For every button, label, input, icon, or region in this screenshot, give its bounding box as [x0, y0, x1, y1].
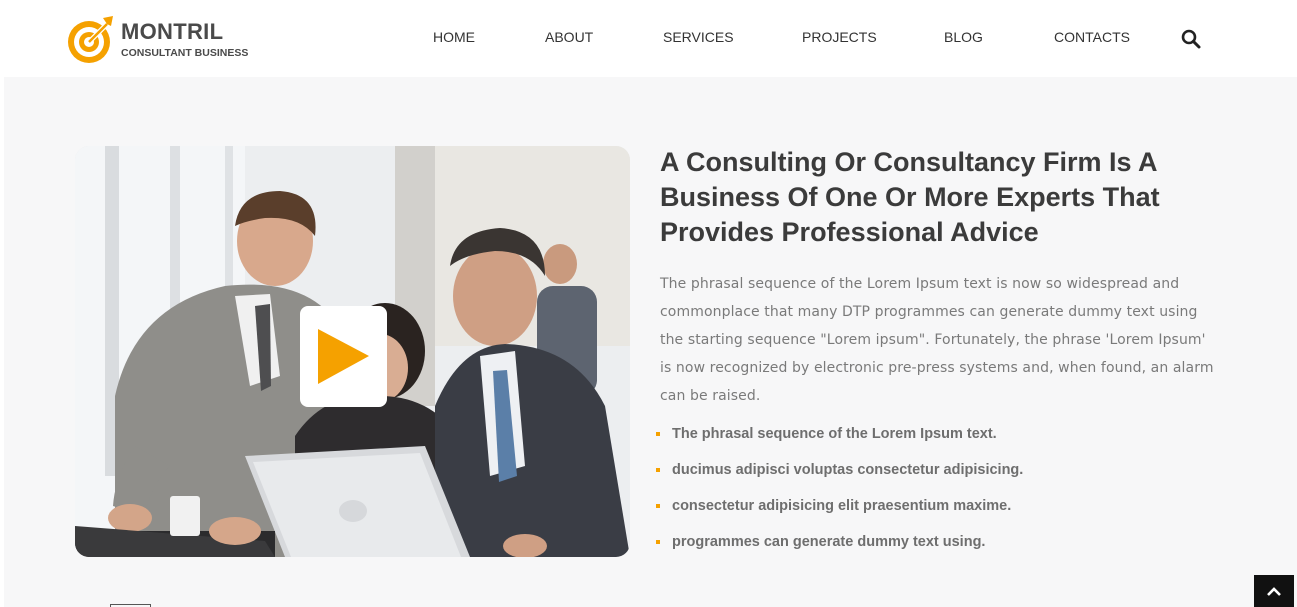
list-item: programmes can generate dummy text using…	[656, 528, 1216, 564]
list-item-text: consectetur adipisicing elit praesentium…	[672, 498, 1012, 514]
list-item: The phrasal sequence of the Lorem Ipsum …	[656, 420, 1216, 456]
bullet-square-icon	[656, 468, 660, 472]
section-heading: A Consulting Or Consultancy Firm Is A Bu…	[660, 147, 1160, 247]
list-item: ducimus adipisci voluptas consectetur ad…	[656, 456, 1216, 492]
bullet-square-icon	[656, 540, 660, 544]
nav-item-home[interactable]: HOME	[433, 28, 475, 46]
list-item-text: The phrasal sequence of the Lorem Ipsum …	[672, 426, 997, 442]
feature-list: The phrasal sequence of the Lorem Ipsum …	[656, 420, 1216, 564]
chevron-up-icon	[1267, 587, 1281, 596]
list-item-text: programmes can generate dummy text using…	[672, 534, 986, 550]
target-arrow-icon	[68, 16, 113, 63]
list-item-text: ducimus adipisci voluptas consectetur ad…	[672, 462, 1024, 478]
brand-name: MONTRIL	[121, 19, 224, 44]
nav-item-contacts[interactable]: CONTACTS	[1054, 28, 1130, 46]
nav-item-about[interactable]: ABOUT	[545, 28, 593, 46]
search-button[interactable]	[1180, 28, 1202, 50]
play-icon	[318, 329, 369, 384]
brand-tagline: CONSULTANT BUSINESS	[121, 47, 249, 59]
bullet-square-icon	[656, 504, 660, 508]
scroll-to-top-button[interactable]	[1254, 575, 1294, 607]
nav-item-blog[interactable]: BLOG	[944, 28, 983, 46]
bullet-square-icon	[656, 432, 660, 436]
search-icon	[1181, 29, 1201, 49]
list-item: consectetur adipisicing elit praesentium…	[656, 492, 1216, 528]
nav-item-projects[interactable]: PROJECTS	[802, 28, 877, 46]
video-play-button[interactable]	[300, 306, 387, 407]
site-header: MONTRIL CONSULTANT BUSINESS HOME ABOUT S…	[0, 0, 1297, 77]
section-paragraph: The phrasal sequence of the Lorem Ipsum …	[660, 276, 1214, 404]
nav-item-services[interactable]: SERVICES	[663, 28, 734, 46]
brand-logo[interactable]: MONTRIL CONSULTANT BUSINESS	[65, 14, 255, 68]
